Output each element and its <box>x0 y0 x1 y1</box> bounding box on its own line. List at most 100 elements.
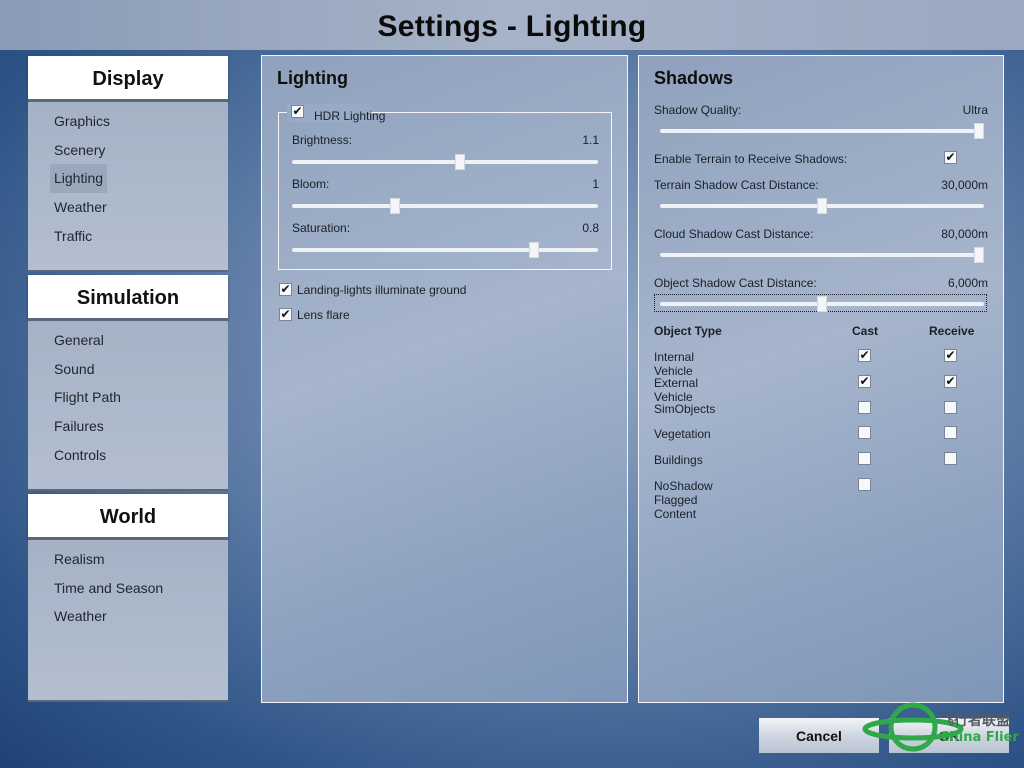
nav-group-simulation: Simulation General Sound Flight Path Failure… <box>28 275 228 491</box>
ok-button[interactable]: OK <box>889 718 1009 753</box>
cast-checkbox[interactable] <box>858 400 871 414</box>
nav-item-weather[interactable]: Weather <box>50 602 111 631</box>
nav-row: Traffic <box>28 222 228 251</box>
object-shadow-cast-distance-label: Object Shadow Cast Distance: <box>654 276 817 290</box>
nav-item-flight-path[interactable]: Flight Path <box>50 383 125 412</box>
nav-item-failures[interactable]: Failures <box>50 412 108 441</box>
terrain-shadow-cast-distance-value: 30,000m <box>941 178 988 192</box>
saturation-label: Saturation: <box>292 221 351 235</box>
nav-item-general[interactable]: General <box>50 326 108 355</box>
cancel-button[interactable]: Cancel <box>759 718 879 753</box>
terrain-shadow-cast-distance-label: Terrain Shadow Cast Distance: <box>654 178 819 192</box>
bloom-slider-track[interactable] <box>292 204 598 208</box>
nav-item-traffic[interactable]: Traffic <box>50 222 96 251</box>
nav-group-items: Graphics Scenery Lighting Weather Traffic <box>28 102 228 272</box>
brightness-slider-thumb[interactable] <box>454 154 465 170</box>
nav-group-display: Display Graphics Scenery Lighting Weather Tra… <box>28 56 228 272</box>
lighting-panel: Lighting ✔ HDR Lighting Brightness: 1.1 Bl… <box>261 55 628 703</box>
shadow-quality-label: Shadow Quality: <box>654 103 742 117</box>
receive-checkbox[interactable] <box>944 452 957 466</box>
bloom-value: 1 <box>592 177 599 191</box>
nav-group-header[interactable]: Simulation <box>28 275 228 321</box>
nav-group-items: General Sound Flight Path Failures Controls <box>28 321 228 491</box>
check-icon: ✔ <box>280 307 291 321</box>
cast-checkbox[interactable] <box>858 452 871 466</box>
nav-row: General <box>28 326 228 355</box>
brightness-slider-track[interactable] <box>292 160 598 164</box>
nav-item-time-and-season[interactable]: Time and Season <box>50 574 167 603</box>
lighting-title: Lighting <box>277 68 348 88</box>
terrain-shadow-cast-distance-slider-thumb[interactable] <box>817 198 827 214</box>
shadow-quality-slider-track[interactable] <box>660 129 984 133</box>
shadows-title: Shadows <box>654 68 734 88</box>
lens-flare-label: Lens flare <box>297 308 350 322</box>
terrain-receive-checkbox[interactable]: ✔ <box>944 151 957 164</box>
bloom-slider-thumb[interactable] <box>389 198 400 214</box>
nav-row: Time and Season <box>28 574 228 603</box>
nav-row: Controls <box>28 441 228 470</box>
check-icon: ✔ <box>945 373 956 388</box>
hdr-lighting-checkbox[interactable]: ✔ <box>291 105 304 118</box>
cloud-shadow-cast-distance-value: 80,000m <box>941 227 988 241</box>
saturation-slider-track[interactable] <box>292 248 598 252</box>
check-icon: ✔ <box>945 150 956 164</box>
receive-checkbox[interactable] <box>944 426 957 440</box>
check-icon: ✔ <box>859 373 870 388</box>
nav-item-weather[interactable]: Weather <box>50 193 111 222</box>
receive-checkbox[interactable] <box>944 400 957 414</box>
nav-group-header[interactable]: Display <box>28 56 228 102</box>
lens-flare-checkbox[interactable]: ✔ <box>279 308 292 321</box>
nav-group-header[interactable]: World <box>28 494 228 540</box>
nav-item-graphics[interactable]: Graphics <box>50 107 114 136</box>
object-shadow-cast-distance-slider-thumb[interactable] <box>817 296 827 312</box>
table-header-cast: Cast <box>852 324 879 338</box>
cast-checkbox[interactable] <box>858 426 871 440</box>
brightness-value: 1.1 <box>582 133 599 147</box>
landing-lights-illuminate-ground-label: Landing-lights illuminate ground <box>297 283 467 297</box>
nav-row: Graphics <box>28 107 228 136</box>
cast-checkbox[interactable] <box>858 478 871 491</box>
check-icon: ✔ <box>859 348 870 362</box>
object-type-label: Vegetation <box>654 427 711 442</box>
object-type-label: Internal Vehicle <box>654 350 695 378</box>
nav-row: Flight Path <box>28 383 228 412</box>
object-type-label: NoShadow Flagged Content <box>654 479 713 521</box>
saturation-value: 0.8 <box>582 221 599 235</box>
brightness-label: Brightness: <box>292 133 353 147</box>
nav-item-controls[interactable]: Controls <box>50 441 110 470</box>
shadow-quality-value: Ultra <box>962 103 988 117</box>
cloud-shadow-cast-distance-slider-track[interactable] <box>660 253 984 257</box>
object-type-label: SimObjects <box>654 401 716 416</box>
check-icon: ✔ <box>945 348 956 362</box>
nav-row: Scenery <box>28 136 228 165</box>
nav-group-world: World Realism Time and Season Weather <box>28 494 228 702</box>
cast-checkbox[interactable]: ✔ <box>858 373 871 388</box>
cast-checkbox[interactable]: ✔ <box>858 349 871 362</box>
nav-item-sound[interactable]: Sound <box>50 355 98 384</box>
object-shadow-cast-distance-value: 6,000m <box>947 276 988 290</box>
shadows-panel: Shadows Shadow Quality: Ultra Enable Ter… <box>638 55 1004 703</box>
header: Settings - Lighting <box>0 0 1024 50</box>
nav-item-realism[interactable]: Realism <box>50 545 109 574</box>
nav-item-scenery[interactable]: Scenery <box>50 136 109 165</box>
nav-item-lighting[interactable]: Lighting <box>50 164 108 194</box>
nav-row: Realism <box>28 545 228 574</box>
nav-row: Sound <box>28 355 228 384</box>
table-header-object-type: Object Type <box>654 324 722 338</box>
check-icon: ✔ <box>280 282 291 296</box>
landing-lights-illuminate-ground-checkbox[interactable]: ✔ <box>279 283 292 296</box>
shadow-quality-slider-thumb[interactable] <box>974 123 984 139</box>
cloud-shadow-cast-distance-slider-thumb[interactable] <box>974 247 984 263</box>
receive-checkbox[interactable]: ✔ <box>944 349 957 362</box>
object-type-label: External Vehicle <box>654 375 699 404</box>
page-title: Settings - Lighting <box>377 10 647 43</box>
cloud-shadow-cast-distance-label: Cloud Shadow Cast Distance: <box>654 227 814 241</box>
object-type-label: Buildings <box>654 453 703 468</box>
receive-checkbox[interactable]: ✔ <box>944 373 957 388</box>
table-header-receive: Receive <box>929 324 975 338</box>
nav-row: Weather <box>28 193 228 222</box>
hdr-legend: ✔ HDR Lighting <box>287 104 385 123</box>
saturation-slider-thumb[interactable] <box>528 242 539 258</box>
hdr-group-box: ✔ HDR Lighting Brightness: 1.1 Bloom: 1 Satu… <box>278 104 612 270</box>
bloom-label: Bloom: <box>292 177 330 191</box>
